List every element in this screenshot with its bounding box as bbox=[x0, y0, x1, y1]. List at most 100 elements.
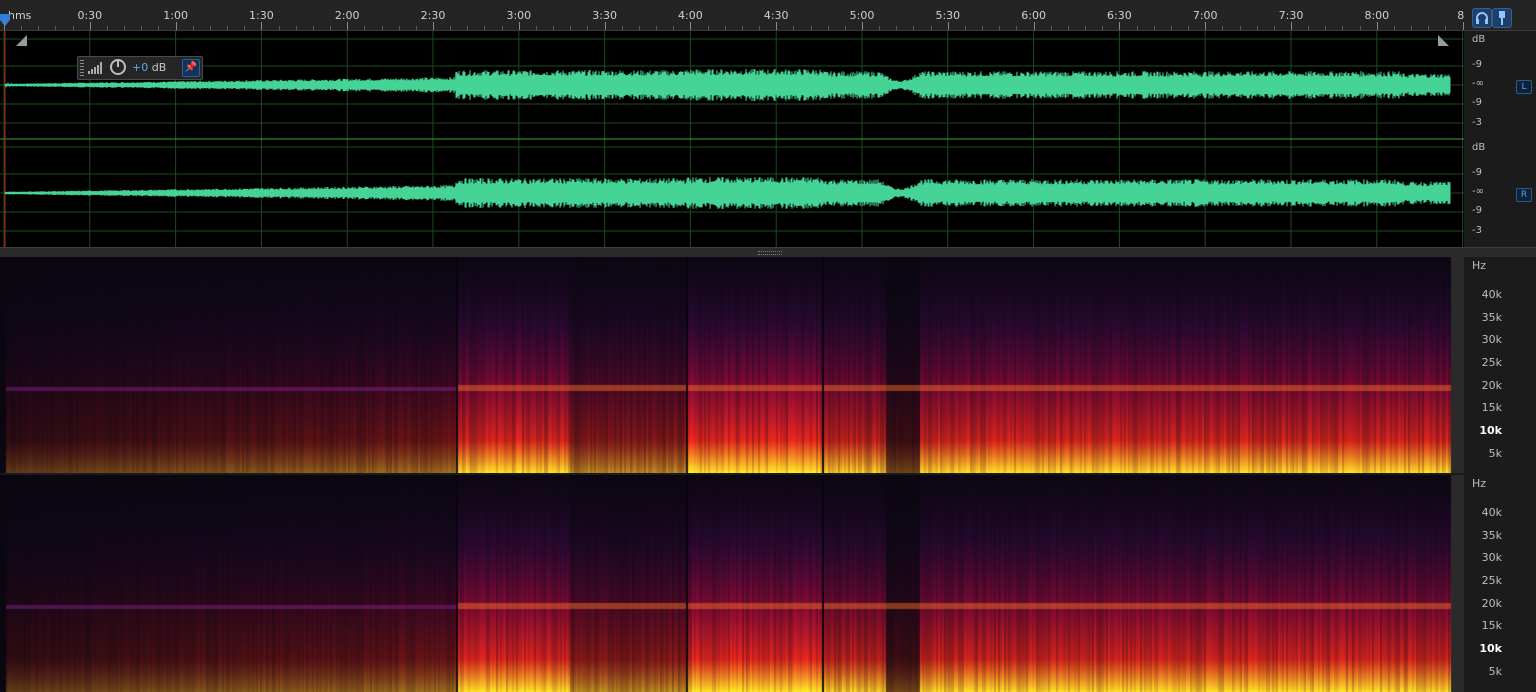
amplitude-scale: dB -9 -∞ -9 -3 L dB -9 -∞ -9 -3 R bbox=[1464, 31, 1536, 247]
ruler-tick bbox=[330, 26, 332, 30]
ruler-tick bbox=[1273, 26, 1275, 30]
ruler-tick bbox=[1085, 26, 1087, 30]
gain-value[interactable]: +0 dB bbox=[132, 61, 166, 74]
ruler-tick bbox=[89, 22, 91, 30]
ruler-tick bbox=[1136, 26, 1138, 30]
playhead-icon[interactable] bbox=[0, 14, 10, 26]
ruler-tick bbox=[1359, 26, 1361, 30]
ruler-tick bbox=[724, 26, 726, 30]
ruler-tick bbox=[1256, 26, 1258, 30]
channel-left-toggle[interactable]: L bbox=[1516, 80, 1532, 94]
channel-right-toggle[interactable]: R bbox=[1516, 188, 1532, 202]
divider-grip-icon[interactable] bbox=[758, 251, 782, 255]
waveform-trace bbox=[4, 176, 1451, 210]
ruler-tick bbox=[244, 26, 246, 30]
ruler-tick bbox=[1050, 26, 1052, 30]
ruler-tick bbox=[1119, 22, 1121, 30]
ruler-tick bbox=[1188, 26, 1190, 30]
ruler-label: 4:00 bbox=[678, 9, 703, 22]
ruler-label: 7:30 bbox=[1278, 9, 1304, 22]
ruler-tick bbox=[4, 22, 5, 30]
ruler-tick bbox=[312, 26, 314, 30]
hz-unit-label: Hz bbox=[1472, 477, 1487, 490]
ruler-tick bbox=[999, 26, 1001, 30]
ruler-label: 2:00 bbox=[334, 9, 360, 22]
ruler-tick bbox=[1308, 26, 1310, 30]
db-unit-label: dB bbox=[1472, 142, 1486, 153]
ruler-tick bbox=[175, 22, 177, 30]
ruler-tick bbox=[347, 22, 349, 30]
ruler-tick bbox=[964, 26, 966, 30]
gain-hud[interactable]: +0 dB 📌 bbox=[77, 56, 203, 80]
ruler-tick bbox=[1033, 22, 1035, 30]
ruler-tick bbox=[21, 26, 23, 30]
ruler-tick bbox=[261, 22, 263, 30]
pin-icon[interactable]: 📌 bbox=[182, 59, 200, 77]
ruler-tick bbox=[106, 26, 108, 30]
ruler-tick bbox=[827, 26, 829, 30]
ruler-tick bbox=[158, 26, 160, 30]
ruler-label: 5:00 bbox=[849, 9, 875, 22]
spectral-display-left[interactable] bbox=[0, 257, 1464, 473]
ruler-tick bbox=[72, 26, 74, 30]
ruler-label: 3:30 bbox=[592, 9, 617, 22]
ruler-tick bbox=[844, 26, 846, 30]
ruler-tick bbox=[741, 26, 743, 30]
ruler-tick bbox=[124, 26, 126, 30]
ruler-tick bbox=[982, 26, 984, 30]
ruler-tick bbox=[295, 26, 297, 30]
ruler-tick bbox=[381, 26, 383, 30]
ruler-tick bbox=[278, 26, 280, 30]
ruler-label: 7:00 bbox=[1192, 9, 1218, 22]
ruler-tick bbox=[433, 22, 434, 30]
ruler-tick bbox=[1428, 26, 1430, 30]
ruler-tick bbox=[862, 22, 863, 30]
ruler-tick bbox=[1393, 26, 1395, 30]
ruler-tick bbox=[621, 26, 623, 30]
ruler-tick bbox=[879, 26, 881, 30]
ruler-label: 1:30 bbox=[249, 9, 274, 22]
marker-pin-icon[interactable] bbox=[1492, 8, 1512, 28]
ruler-label: 6:00 bbox=[1021, 9, 1046, 22]
ruler-tick bbox=[535, 26, 537, 30]
ruler-tick bbox=[656, 26, 658, 30]
ruler-tick bbox=[604, 22, 606, 30]
frequency-scale-right: Hz 40k 35k 30k 25k 20k 15k 10k 5k bbox=[1464, 475, 1536, 692]
ruler-label: 8:00 bbox=[1364, 9, 1390, 22]
ruler-tick bbox=[707, 26, 709, 30]
ruler-label: 3:00 bbox=[506, 9, 532, 22]
ruler-tick bbox=[759, 26, 761, 30]
ruler-tick bbox=[930, 26, 932, 30]
time-unit-label: hms bbox=[8, 9, 32, 22]
ruler-tick bbox=[1325, 26, 1327, 30]
ruler-tick bbox=[1376, 22, 1378, 30]
ruler-tick bbox=[638, 26, 640, 30]
ruler-tick bbox=[415, 26, 417, 30]
ruler-tick bbox=[1016, 26, 1018, 30]
ruler-tick bbox=[141, 26, 143, 30]
ruler-tick bbox=[896, 26, 898, 30]
headphones-icon[interactable] bbox=[1472, 8, 1492, 28]
ruler-label: 6:30 bbox=[1107, 9, 1132, 22]
top-right-toolbar bbox=[1464, 0, 1536, 31]
ruler-tick bbox=[913, 26, 915, 30]
ruler-label: 4:30 bbox=[763, 9, 789, 22]
ruler-label: 5:30 bbox=[935, 9, 961, 22]
hz-unit-label: Hz bbox=[1472, 259, 1487, 272]
ruler-label: 2:30 bbox=[420, 9, 446, 22]
ruler-tick bbox=[1342, 26, 1344, 30]
spectral-display-right[interactable] bbox=[0, 475, 1464, 692]
ruler-tick bbox=[1239, 26, 1241, 30]
ruler-tick bbox=[1153, 26, 1155, 30]
ruler-tick bbox=[690, 22, 692, 30]
ruler-tick bbox=[518, 22, 520, 30]
db-unit-label: dB bbox=[1472, 34, 1486, 45]
hud-grip-icon[interactable] bbox=[80, 60, 84, 76]
gain-knob[interactable] bbox=[110, 59, 126, 75]
ruler-tick bbox=[810, 26, 812, 30]
timeline-ruler[interactable]: hms 0:30 1:00 1:30 2:00 2:30 3:00 3:30 4:00 4:30… bbox=[0, 0, 1468, 31]
waveform-display[interactable] bbox=[0, 31, 1464, 247]
ruler-tick bbox=[1411, 26, 1413, 30]
ruler-tick bbox=[55, 26, 57, 30]
ruler-tick bbox=[467, 26, 469, 30]
